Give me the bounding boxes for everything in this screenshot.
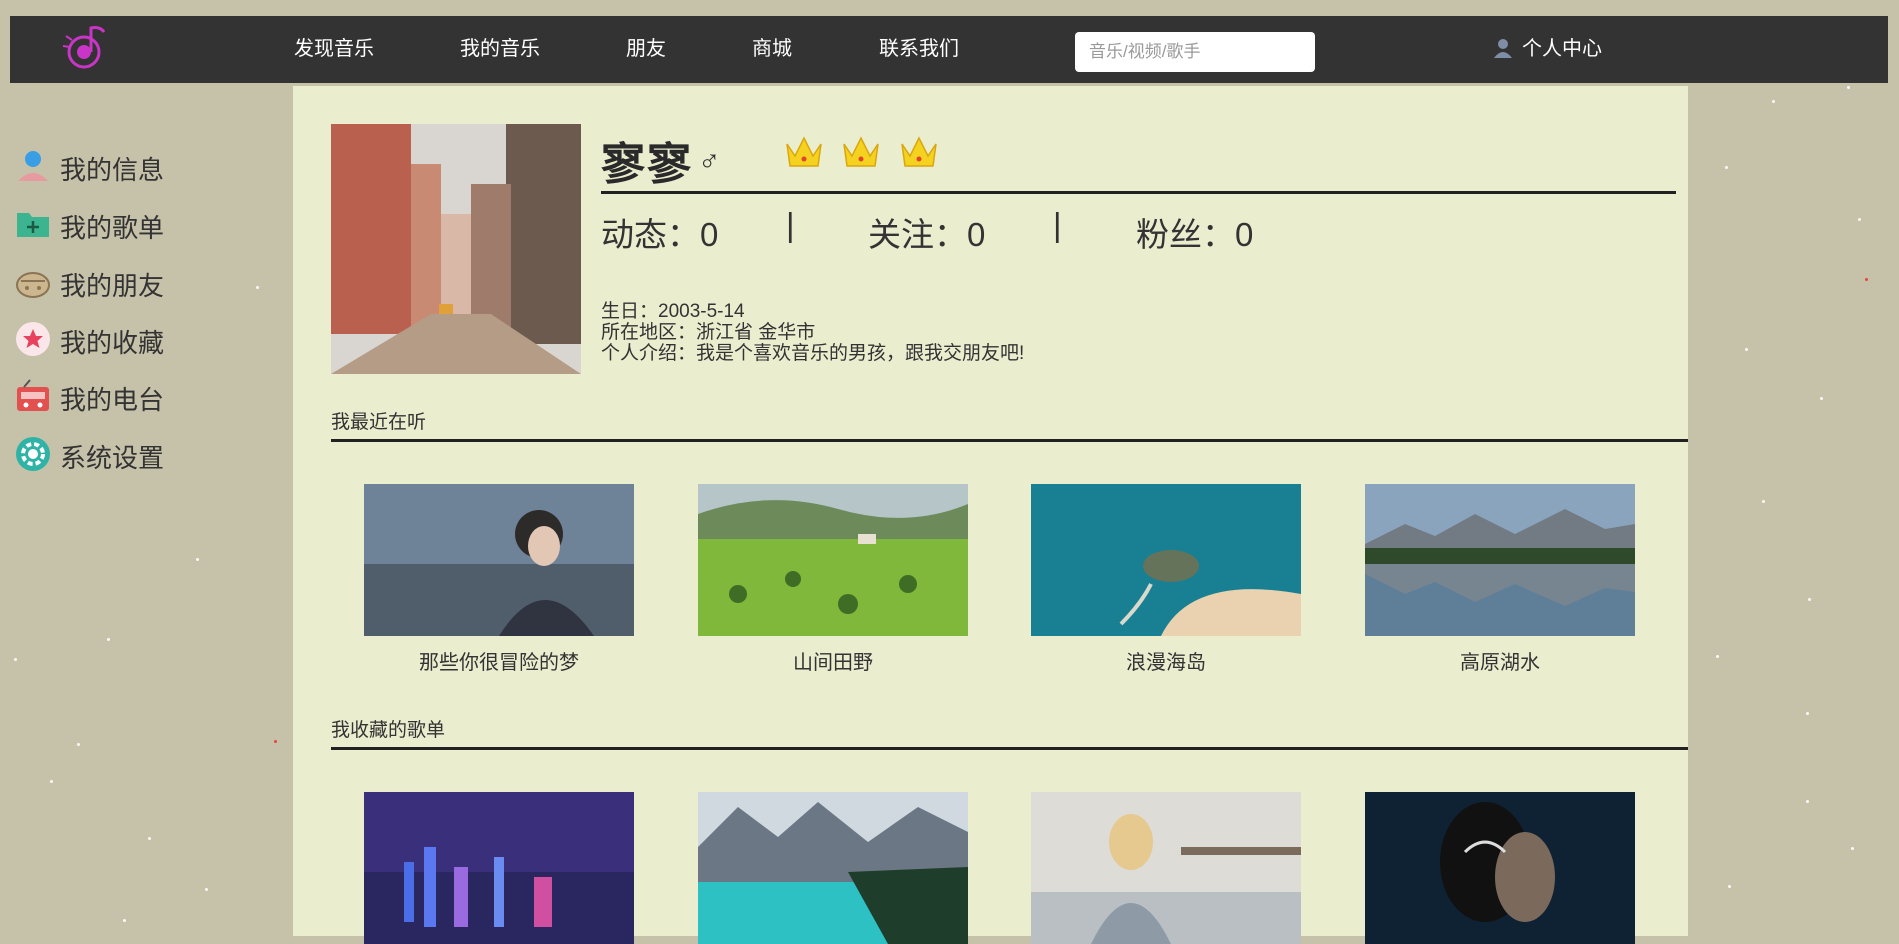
recent-card[interactable]: 浪漫海岛 — [1031, 484, 1301, 675]
crown-icon — [786, 136, 822, 167]
recent-card-title: 山间田野 — [793, 652, 873, 674]
user-center-link[interactable]: 个人中心 — [1492, 16, 1602, 83]
crown-icon — [843, 136, 880, 167]
recent-card-image — [364, 484, 634, 636]
sidebar-item-label: 我的朋友 — [60, 271, 165, 301]
header-divider — [601, 191, 1676, 194]
avatar-image[interactable] — [331, 124, 581, 374]
recent-card-title: 浪漫海岛 — [1126, 652, 1206, 674]
profile-panel: 寥寥 ♂ 动态：0 | 关注：0 | 粉丝：0 生日：2003-5-14 所在地… — [293, 86, 1688, 944]
sidebar-item-label: 我的收藏 — [60, 328, 165, 358]
collected-section-divider — [331, 747, 1688, 750]
stat-separator: | — [1053, 206, 1062, 243]
crown-icon — [901, 136, 937, 167]
user-icon — [1494, 39, 1512, 58]
radio-icon — [17, 379, 49, 411]
collected-section-title: 我收藏的歌单 — [331, 720, 446, 741]
search-input[interactable] — [1075, 32, 1315, 72]
sidebar-item-label: 我的歌单 — [60, 213, 165, 243]
stat-following[interactable]: 关注：0 — [868, 208, 985, 256]
user-info-icon — [18, 151, 48, 181]
recent-card-title: 那些你很冒险的梦 — [419, 652, 579, 674]
sidebar-item-label: 我的电台 — [60, 385, 165, 415]
recent-card-image — [698, 484, 968, 636]
collected-playlist-card[interactable] — [364, 792, 634, 944]
user-center-label: 个人中心 — [1522, 38, 1602, 60]
collected-playlist-card[interactable] — [1031, 792, 1301, 944]
sidebar-item-my-friends[interactable]: 我的朋友 — [12, 261, 252, 301]
city-night-image — [364, 792, 634, 944]
profile-intro: 个人介绍：我是个喜欢音乐的男孩，跟我交朋友吧! — [601, 343, 1025, 364]
sidebar-item-label: 系统设置 — [60, 443, 165, 473]
nav-friends[interactable]: 朋友 — [626, 16, 666, 83]
nav-discover-music[interactable]: 发现音乐 — [294, 16, 374, 83]
nav-store[interactable]: 商城 — [752, 16, 792, 83]
sidebar-item-my-favorites[interactable]: 我的收藏 — [12, 318, 252, 358]
vip-crowns — [783, 132, 951, 177]
collected-playlist-card[interactable] — [1365, 792, 1635, 944]
stat-followers[interactable]: 粉丝：0 — [1136, 208, 1253, 256]
collected-playlist-card[interactable] — [698, 792, 968, 944]
recent-card[interactable]: 高原湖水 — [1365, 484, 1635, 675]
recent-section-title: 我最近在听 — [331, 412, 427, 433]
sidebar-item-system-settings[interactable]: 系统设置 — [12, 433, 252, 473]
favorite-star-icon — [16, 322, 50, 356]
nav-my-music[interactable]: 我的音乐 — [460, 16, 540, 83]
sidebar-item-my-info[interactable]: 我的信息 — [12, 145, 252, 185]
mountain-lake-image — [698, 792, 968, 944]
recent-section-divider — [331, 439, 1688, 442]
sidebar-item-label: 我的信息 — [60, 155, 165, 185]
recent-card[interactable]: 那些你很冒险的梦 — [364, 484, 634, 675]
recent-card-image — [1031, 484, 1301, 636]
venom-image — [1365, 792, 1635, 944]
friends-icon — [16, 272, 50, 298]
sidebar-item-my-radio[interactable]: 我的电台 — [12, 375, 252, 415]
profile-username: 寥寥 — [601, 140, 693, 189]
gender-male-icon: ♂ — [698, 144, 721, 177]
sidebar-item-my-playlists[interactable]: 我的歌单 — [12, 203, 252, 243]
recent-card-image — [1365, 484, 1635, 636]
girl-with-camera-image — [1031, 792, 1301, 944]
playlist-folder-icon — [17, 213, 49, 237]
music-note-logo-icon[interactable] — [62, 22, 114, 74]
recent-card-title: 高原湖水 — [1460, 652, 1540, 674]
settings-gear-icon — [16, 437, 50, 471]
stat-posts[interactable]: 动态：0 — [601, 208, 718, 256]
top-nav-bar: 发现音乐 我的音乐 朋友 商城 联系我们 个人中心 — [10, 16, 1888, 83]
recent-card[interactable]: 山间田野 — [698, 484, 968, 675]
nav-contact-us[interactable]: 联系我们 — [879, 16, 959, 83]
stat-separator: | — [786, 206, 795, 243]
